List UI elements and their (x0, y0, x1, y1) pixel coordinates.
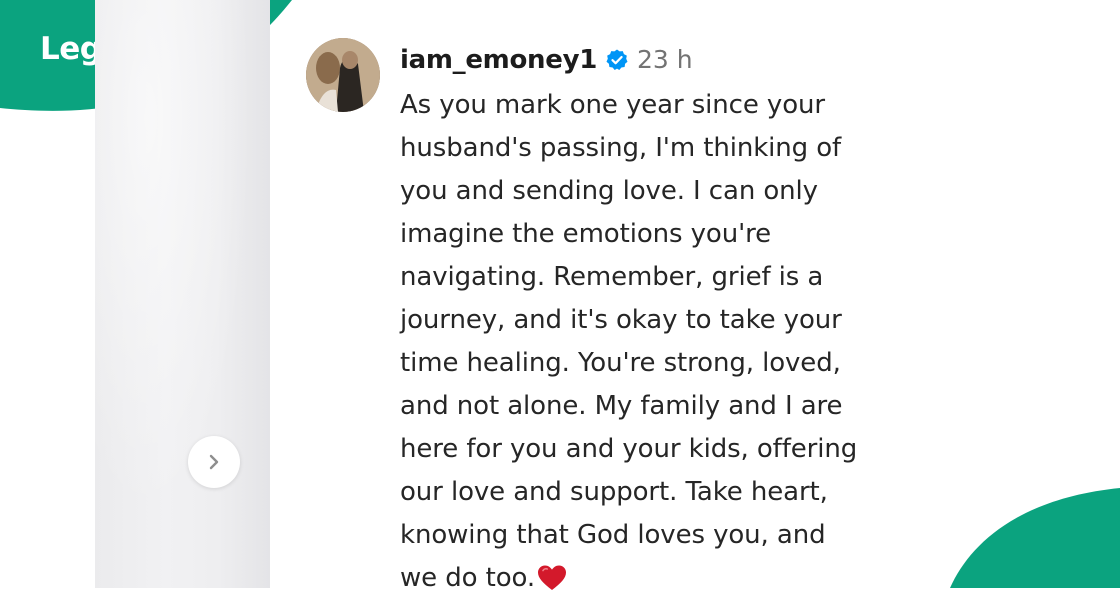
post-media-preview (95, 0, 270, 588)
comment-line: here for you and your kids, offering (400, 434, 858, 464)
comment-last-line: we do too. (400, 557, 940, 600)
comment-line: imagine the emotions you're (400, 219, 772, 249)
avatar[interactable] (306, 38, 380, 112)
comment-line: and not alone. My family and I are (400, 391, 843, 421)
comment-line: we do too. (400, 563, 536, 593)
comment-text: As you mark one year since your husband'… (400, 84, 940, 600)
comment-line: husband's passing, I'm thinking of (400, 133, 842, 163)
username[interactable]: iam_emoney1 (400, 42, 597, 78)
comment-header: iam_emoney1 23 h (400, 42, 693, 78)
next-media-button[interactable] (188, 436, 240, 488)
comment-line: our love and support. Take heart, (400, 477, 828, 507)
comment-line: navigating. Remember, grief is a (400, 262, 824, 292)
comment-line: you and sending love. I can only (400, 176, 818, 206)
comment-line: As you mark one year since your (400, 90, 825, 120)
avatar-image (306, 38, 380, 112)
comment-line: time healing. You're strong, loved, (400, 348, 841, 378)
brand-corner-bottom-right (950, 488, 1120, 588)
comment-timestamp[interactable]: 23 h (637, 42, 693, 78)
chevron-right-icon (209, 454, 219, 470)
comment-line: knowing that God loves you, and (400, 520, 826, 550)
comment-line: journey, and it's okay to take your (400, 305, 842, 335)
verified-badge-icon (606, 49, 628, 70)
